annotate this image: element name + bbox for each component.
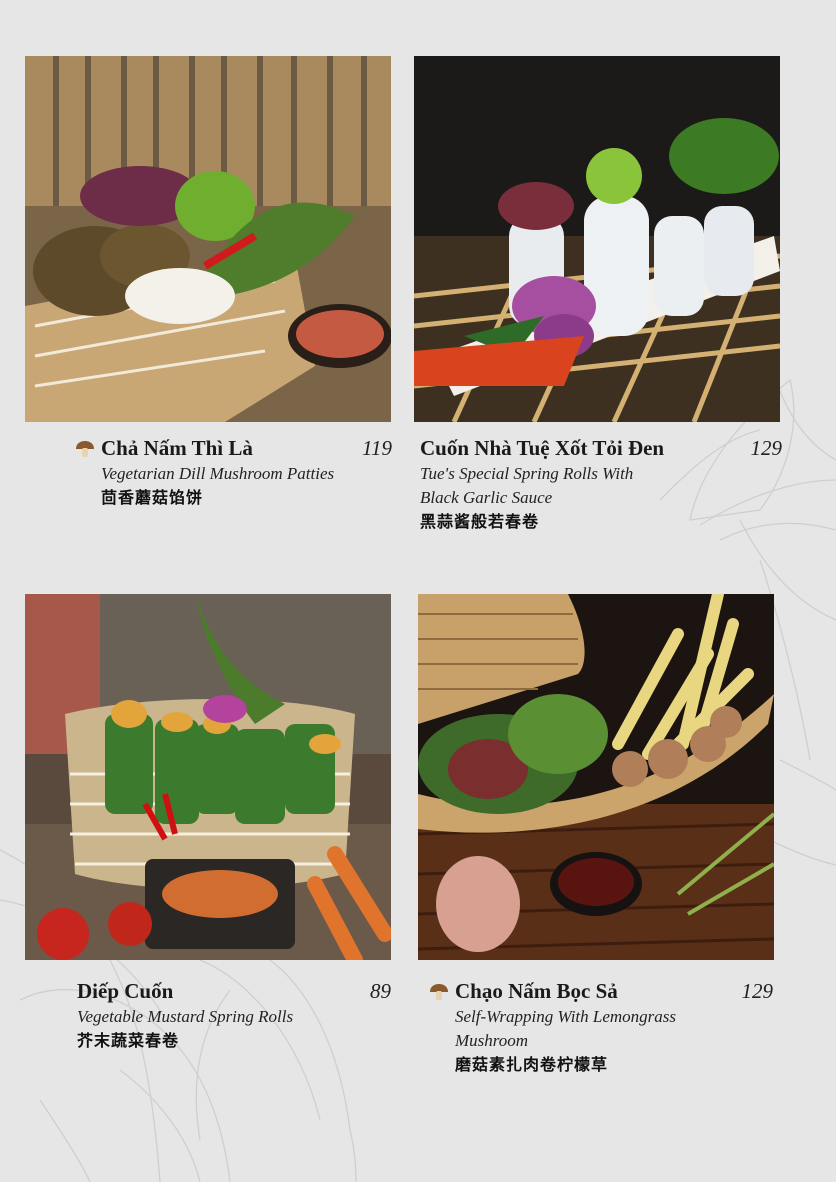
menu-item-dill-mushroom-patties: Chả Nấm Thì Là 119 Vegetarian Dill Mushr… — [76, 436, 392, 510]
photo-mustard-spring-rolls — [25, 594, 391, 960]
item-chinese-name: 茴香蘑菇馅饼 — [101, 488, 204, 507]
item-english-name: Vegetarian Dill Mushroom Patties — [101, 464, 335, 483]
item-english-name: Vegetable Mustard Spring Rolls — [77, 1007, 294, 1026]
item-price: 129 — [741, 979, 774, 1003]
item-name: Chạo Nấm Bọc Sả — [455, 979, 618, 1003]
item-chinese-name: 芥末蔬菜春卷 — [77, 1031, 180, 1050]
photo-spring-rolls-black-garlic — [414, 56, 780, 422]
item-english-name-line2: Mushroom — [455, 1031, 529, 1050]
photo-dill-mushroom-patties — [25, 56, 391, 422]
item-name: Cuốn Nhà Tuệ Xốt Tỏi Đen — [420, 436, 665, 460]
mushroom-icon — [430, 984, 448, 1000]
mushroom-icon — [76, 441, 94, 457]
menu-item-mustard-spring-rolls: Diếp Cuốn 89 Vegetable Mustard Spring Ro… — [77, 979, 391, 1053]
photo-lemongrass-mushroom — [418, 594, 774, 960]
item-english-name-line1: Self-Wrapping With Lemongrass — [455, 1007, 677, 1026]
item-english-name-line2: Black Garlic Sauce — [420, 488, 553, 507]
item-english-name-line1: Tue's Special Spring Rolls With — [420, 464, 634, 483]
item-chinese-name: 黑蒜酱般若春卷 — [420, 512, 540, 531]
item-price: 89 — [370, 979, 391, 1003]
item-price: 129 — [750, 436, 783, 460]
menu-item-spring-rolls-black-garlic: Cuốn Nhà Tuệ Xốt Tỏi Đen 129 Tue's Speci… — [420, 436, 782, 534]
menu-item-lemongrass-mushroom: Chạo Nấm Bọc Sả 129 Self-Wrapping With L… — [430, 979, 774, 1077]
item-name: Diếp Cuốn — [77, 979, 174, 1003]
item-chinese-name: 磨菇素扎肉卷柠檬草 — [455, 1055, 609, 1074]
item-price: 119 — [362, 436, 392, 460]
item-name: Chả Nấm Thì Là — [101, 436, 253, 460]
